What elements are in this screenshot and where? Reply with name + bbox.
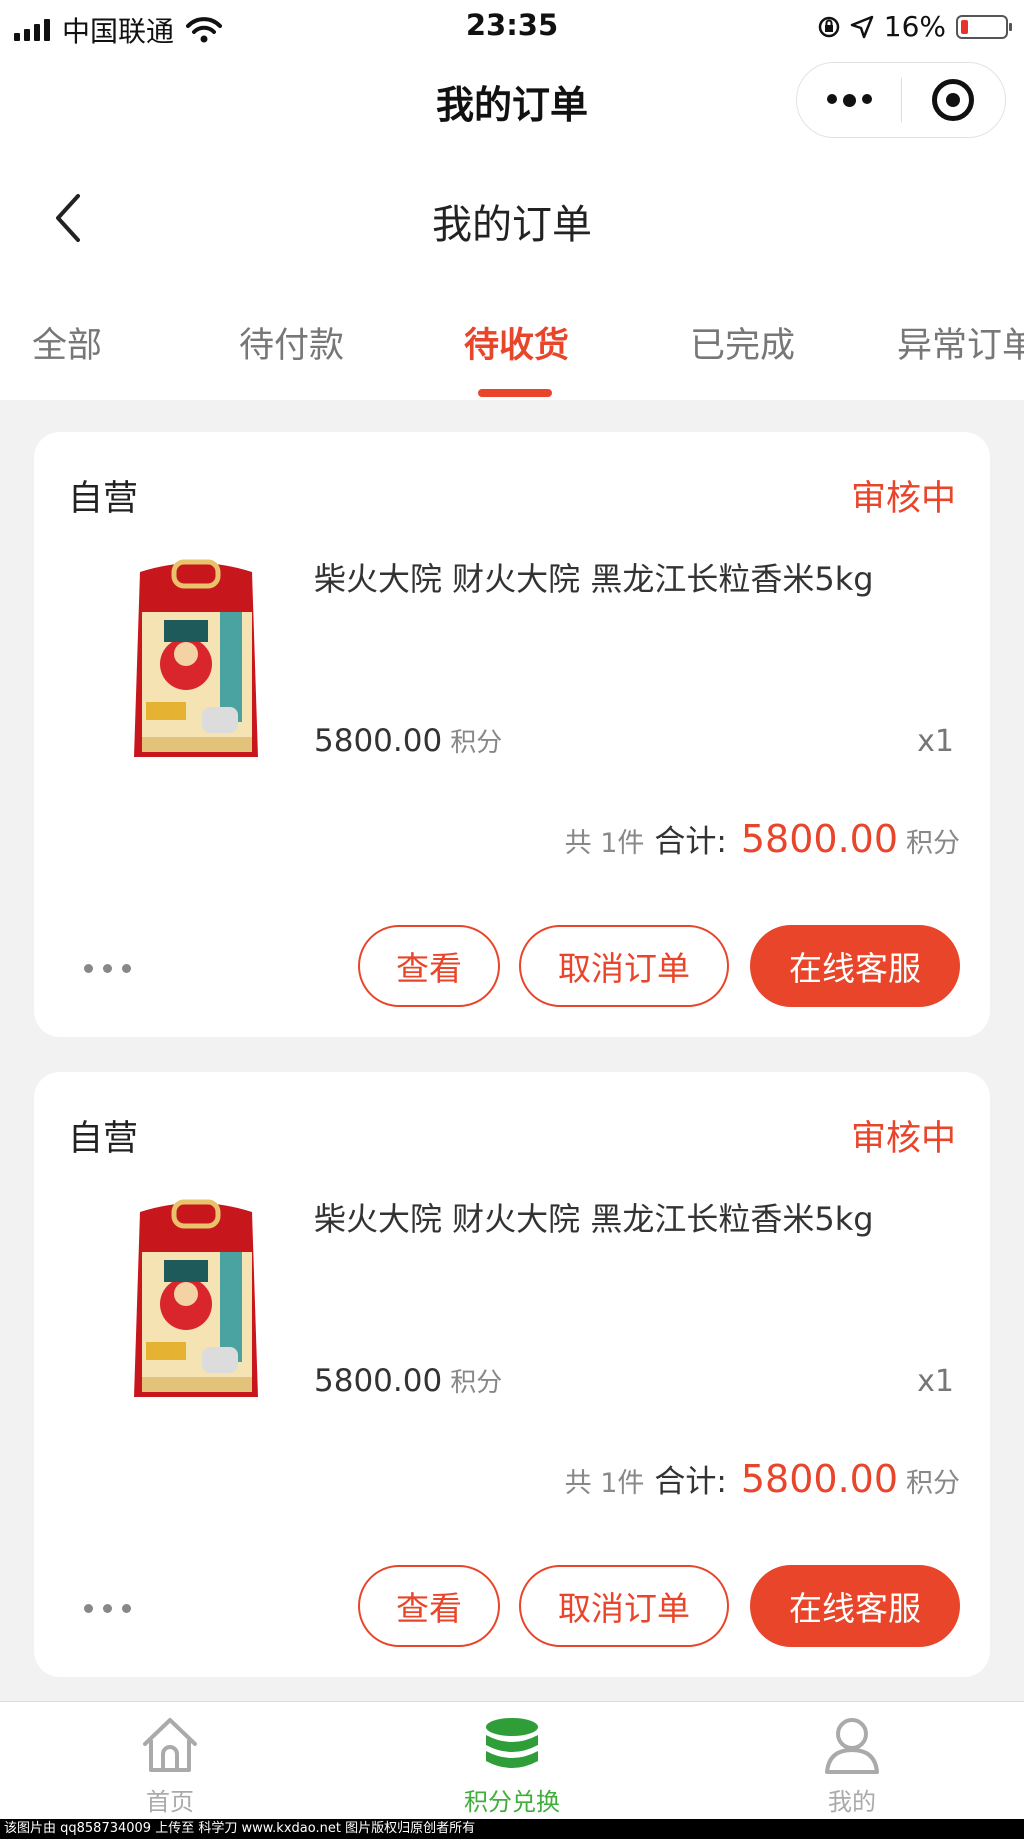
- rotation-lock-icon: [818, 16, 840, 37]
- tabbar-item-home[interactable]: 首页: [70, 1712, 270, 1817]
- product-quantity: x1: [917, 1364, 954, 1399]
- tabbar-item-mine[interactable]: 我的: [752, 1712, 952, 1817]
- bottom-tab-bar: 首页 积分兑换 我的: [0, 1701, 1024, 1819]
- more-options-icon[interactable]: [84, 1604, 131, 1613]
- price-unit: 积分: [450, 1368, 503, 1398]
- online-service-button[interactable]: 在线客服: [750, 1565, 960, 1647]
- coin-stack-icon: [486, 1718, 538, 1768]
- shop-name: 自营: [68, 479, 139, 519]
- view-button[interactable]: 查看: [358, 1565, 500, 1647]
- battery-level: [961, 19, 968, 34]
- status-right: 16%: [818, 10, 1012, 43]
- tabbar-item-points-exchange[interactable]: 积分兑换: [412, 1712, 612, 1817]
- total-unit: 积分: [906, 828, 960, 859]
- target-close-icon[interactable]: [902, 79, 1005, 121]
- product-name[interactable]: 柴火大院 财火大院 黑龙江长粒香米5kg: [314, 554, 874, 600]
- product-quantity: x1: [917, 724, 954, 759]
- user-icon: [825, 1718, 879, 1774]
- location-arrow-icon: [850, 15, 874, 38]
- order-summary: 共 1件 合计: 5800.00 积分: [565, 1456, 960, 1501]
- tabbar-label-home: 首页: [146, 1788, 194, 1816]
- total-label: 合计:: [654, 1464, 727, 1500]
- product-image[interactable]: [116, 552, 276, 762]
- page-title: 我的订单: [432, 202, 592, 248]
- view-button[interactable]: 查看: [358, 925, 500, 1007]
- product-price: 5800.00 积分: [314, 1362, 502, 1399]
- tabbar-label-mine: 我的: [828, 1788, 876, 1816]
- shop-name: 自营: [68, 1119, 139, 1159]
- product-image[interactable]: [116, 1192, 276, 1402]
- watermark-caption: 该图片由 qq858734009 上传至 科学刀 www.kxdao.net 图…: [0, 1819, 1024, 1839]
- price-value: 5800.00: [314, 1363, 443, 1399]
- more-dots-icon[interactable]: [797, 93, 901, 107]
- total-value: 5800.00: [740, 817, 898, 861]
- cancel-order-button[interactable]: 取消订单: [519, 1565, 729, 1647]
- battery-icon: [956, 14, 1012, 39]
- order-tabs: 全部 待付款 待收货 已完成 异常订单: [0, 285, 1024, 400]
- item-count: 共 1件: [564, 828, 645, 859]
- battery-percent: 16%: [883, 10, 946, 43]
- tab-all[interactable]: 全部: [32, 317, 102, 368]
- order-status: 审核中: [850, 1119, 956, 1159]
- capsule-menu: [796, 62, 1006, 138]
- item-count: 共 1件: [564, 1468, 645, 1499]
- price-value: 5800.00: [314, 723, 443, 759]
- price-unit: 积分: [450, 728, 503, 758]
- cancel-order-button[interactable]: 取消订单: [519, 925, 729, 1007]
- home-icon: [143, 1718, 197, 1772]
- order-card: 自营 审核中 柴火大院 财火大院 黑龙江长粒香米5kg 5800.00 积分 x1…: [34, 1072, 990, 1677]
- order-status: 审核中: [850, 479, 956, 519]
- page-header: 我的订单: [0, 150, 1024, 285]
- tab-completed[interactable]: 已完成: [690, 317, 795, 368]
- total-unit: 积分: [906, 1468, 960, 1499]
- product-name[interactable]: 柴火大院 财火大院 黑龙江长粒香米5kg: [314, 1194, 874, 1240]
- total-value: 5800.00: [740, 1457, 898, 1501]
- total-label: 合计:: [654, 824, 727, 860]
- status-bar: 中国联通 23:35 16%: [0, 0, 1024, 50]
- online-service-button[interactable]: 在线客服: [750, 925, 960, 1007]
- order-summary: 共 1件 合计: 5800.00 积分: [565, 816, 960, 861]
- tab-pending-payment[interactable]: 待付款: [239, 317, 344, 368]
- more-options-icon[interactable]: [84, 964, 131, 973]
- tab-abnormal[interactable]: 异常订单: [897, 317, 1024, 368]
- product-price: 5800.00 积分: [314, 722, 502, 759]
- order-card: 自营 审核中 柴火大院 财火大院 黑龙江长粒香米5kg 5800.00 积分 x1…: [34, 432, 990, 1037]
- tab-pending-receipt[interactable]: 待收货: [464, 317, 569, 368]
- active-tab-indicator: [478, 389, 552, 397]
- mini-program-header: 我的订单: [0, 50, 1024, 150]
- tabbar-label-points-exchange: 积分兑换: [464, 1788, 560, 1816]
